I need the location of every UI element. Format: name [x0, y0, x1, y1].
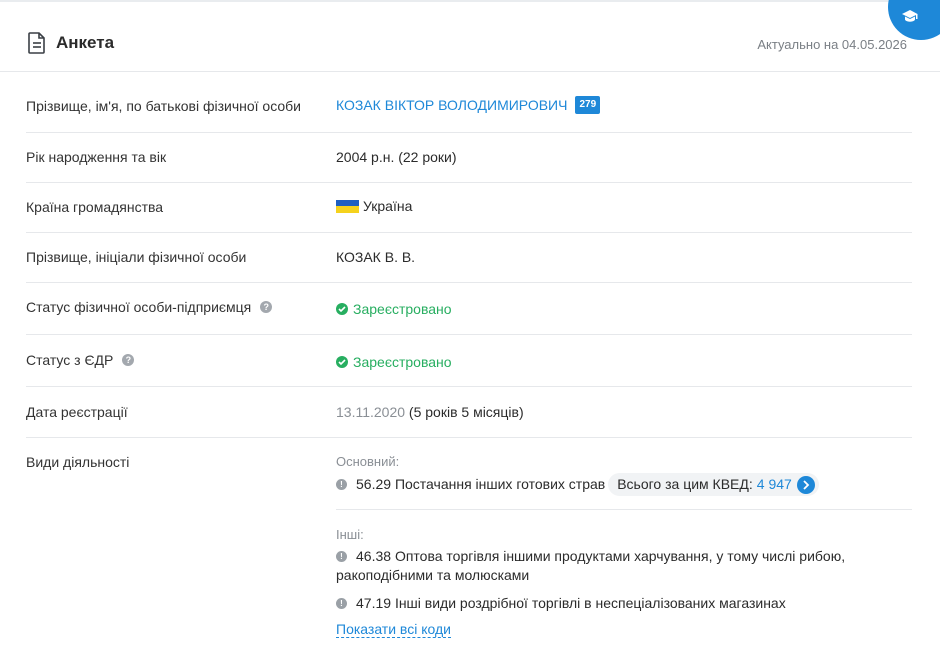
other-activity-item: ! 46.38 Оптова торгівля іншими продуктам… — [336, 547, 845, 585]
other-activity-desc: Оптова торгівля іншими продуктами харчув… — [394, 548, 846, 564]
full-name-label: Прізвище, ім'я, по батькові фізичної осо… — [26, 98, 302, 114]
fop-status-label-text: Статус фізичної особи-підприємця — [26, 299, 252, 315]
other-activity-item: ! 47.19 Інші види роздрібної торгівлі в … — [336, 594, 786, 613]
edr-status-label-text: Статус з ЄДР — [26, 352, 114, 368]
check-icon — [336, 303, 348, 315]
other-activities-label: Інші: — [336, 527, 364, 542]
edr-status-label: Статус з ЄДР ? — [26, 352, 135, 368]
card-header: Анкета Актуально на 04.05.2026 — [0, 2, 940, 72]
main-activity-text: Постачання інших готових страв — [394, 476, 606, 492]
full-name-value: КОЗАК ВІКТОР ВОЛОДИМИРОВИЧ 279 — [336, 96, 601, 114]
ukraine-flag-icon — [336, 199, 359, 213]
reg-date-label: Дата реєстрації — [26, 404, 128, 420]
row-activities: Види діяльності Основний: ! 56.29 Постач… — [26, 438, 912, 654]
show-all-codes-link[interactable]: Показати всі коди — [336, 621, 451, 638]
info-icon[interactable]: ! — [336, 479, 347, 490]
row-full-name: Прізвище, ім'я, по батькові фізичної осо… — [26, 73, 912, 133]
full-name-link[interactable]: КОЗАК ВІКТОР ВОЛОДИМИРОВИЧ — [336, 97, 567, 113]
activities-label: Види діяльності — [26, 454, 130, 470]
main-activity-code: 56.29 — [356, 476, 392, 492]
birth-label: Рік народження та вік — [26, 149, 167, 165]
kved-total-label: Всього за цим КВЕД: — [617, 476, 753, 492]
row-birth: Рік народження та вік 2004 р.н. (22 роки… — [26, 133, 912, 183]
reg-date: 13.11.2020 — [336, 404, 406, 420]
edr-status-text: Зареєстровано — [353, 354, 452, 370]
row-reg-date: Дата реєстрації 13.11.2020 (5 років 5 мі… — [26, 387, 912, 438]
profile-card: Анкета Актуально на 04.05.2026 Прізвище,… — [0, 0, 940, 654]
other-activity-desc-cont: ракоподібними та молюсками — [336, 567, 530, 583]
page-title: Анкета — [56, 33, 115, 52]
help-icon[interactable]: ? — [122, 354, 135, 366]
other-activity-text: 46.38 Оптова торгівля іншими продуктами … — [336, 547, 846, 585]
chevron-right-icon[interactable] — [796, 475, 815, 494]
fop-status-text: Зареєстровано — [353, 301, 452, 317]
citizenship-label: Країна громадянства — [26, 199, 164, 215]
main-activity-label: Основний: — [336, 454, 400, 469]
row-fop-status: Статус фізичної особи-підприємця ? Зареє… — [26, 283, 912, 335]
kved-total-pill[interactable]: Всього за цим КВЕД: 4 947 — [608, 473, 819, 496]
kved-total-value: 4 947 — [756, 476, 792, 492]
reg-duration: (5 років 5 місяців) — [408, 404, 524, 420]
info-icon[interactable]: ! — [336, 598, 347, 609]
fop-status-label: Статус фізичної особи-підприємця ? — [26, 299, 273, 315]
row-initials: Прізвище, ініціали фізичної особи КОЗАК … — [26, 233, 912, 283]
other-activity-code: 47.19 — [356, 595, 392, 611]
row-edr-status: Статус з ЄДР ? Зареєстровано — [26, 335, 912, 387]
birth-value: 2004 р.н. (22 роки) — [336, 149, 457, 165]
help-icon[interactable]: ? — [260, 301, 273, 313]
name-count-badge[interactable]: 279 — [575, 96, 601, 114]
edr-status-value: Зареєстровано — [336, 354, 452, 370]
other-activity-code: 46.38 — [356, 548, 392, 564]
document-icon — [28, 32, 45, 54]
reg-date-value: 13.11.2020 (5 років 5 місяців) — [336, 404, 524, 420]
row-citizenship: Країна громадянства Україна — [26, 183, 912, 233]
info-icon[interactable]: ! — [336, 551, 347, 562]
citizenship-value: Україна — [336, 198, 412, 214]
other-activity-desc: Інші види роздрібної торгівлі в неспеціа… — [394, 595, 786, 611]
updated-date: Актуально на 04.05.2026 — [757, 37, 907, 52]
activities-divider — [336, 509, 912, 510]
initials-label: Прізвище, ініціали фізичної особи — [26, 249, 247, 265]
graduation-cap-icon — [902, 10, 918, 22]
main-activity: ! 56.29 Постачання інших готових страв В… — [336, 473, 819, 496]
country-name: Україна — [363, 198, 413, 214]
fop-status-value: Зареєстровано — [336, 301, 452, 317]
initials-value: КОЗАК В. В. — [336, 249, 416, 265]
check-icon — [336, 356, 348, 368]
